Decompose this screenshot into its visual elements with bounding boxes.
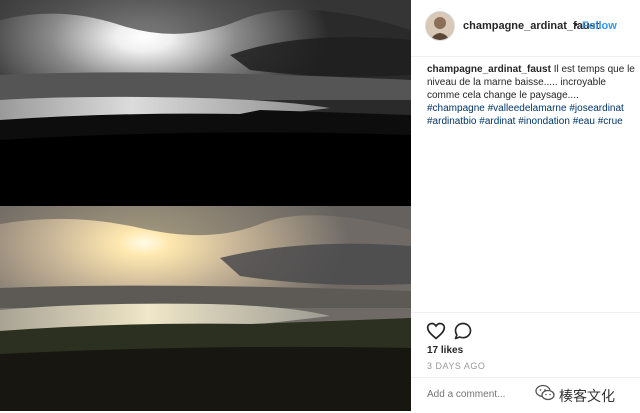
post-actions: 17 likes 3 DAYS AGO 楱客文化 <box>411 312 640 412</box>
likes-count[interactable]: 17 likes <box>427 345 463 356</box>
separator-dot: • <box>574 19 578 31</box>
post-header: champagne_ardinat_faust • Follow <box>411 0 640 57</box>
avatar[interactable] <box>425 11 455 41</box>
hashtag-link[interactable]: #crue <box>598 116 623 127</box>
username-link[interactable]: champagne_ardinat_faust <box>463 20 599 32</box>
post-timestamp[interactable]: 3 DAYS AGO <box>427 361 485 371</box>
caption-username[interactable]: champagne_ardinat_faust <box>427 64 551 75</box>
hashtag-link[interactable]: #inondation <box>518 116 570 127</box>
hashtag-link[interactable]: #valleedelamarne <box>488 103 567 114</box>
wechat-logo-icon <box>535 384 555 407</box>
hashtag-link[interactable]: #joseardinat <box>569 103 623 114</box>
heart-icon[interactable] <box>426 321 446 341</box>
comment-bubble-icon[interactable] <box>453 321 473 341</box>
follow-button[interactable]: Follow <box>582 20 617 32</box>
photo-color <box>0 206 411 411</box>
comment-input[interactable] <box>427 389 537 400</box>
watermark: 楱客文化 <box>535 384 615 407</box>
hashtag-link[interactable]: #eau <box>573 116 595 127</box>
comment-bar: 楱客文化 <box>411 377 640 413</box>
watermark-text: 楱客文化 <box>559 388 615 405</box>
hashtag-link[interactable]: #ardinat <box>479 116 515 127</box>
post-image[interactable] <box>0 0 411 411</box>
post-side-panel: champagne_ardinat_faust • Follow champag… <box>411 0 640 411</box>
hashtag-link[interactable]: #champagne <box>427 103 485 114</box>
photo-black-and-white <box>0 0 411 206</box>
hashtag-link[interactable]: #ardinatbio <box>427 116 476 127</box>
post-caption: champagne_ardinat_faust Il est temps que… <box>427 63 635 128</box>
